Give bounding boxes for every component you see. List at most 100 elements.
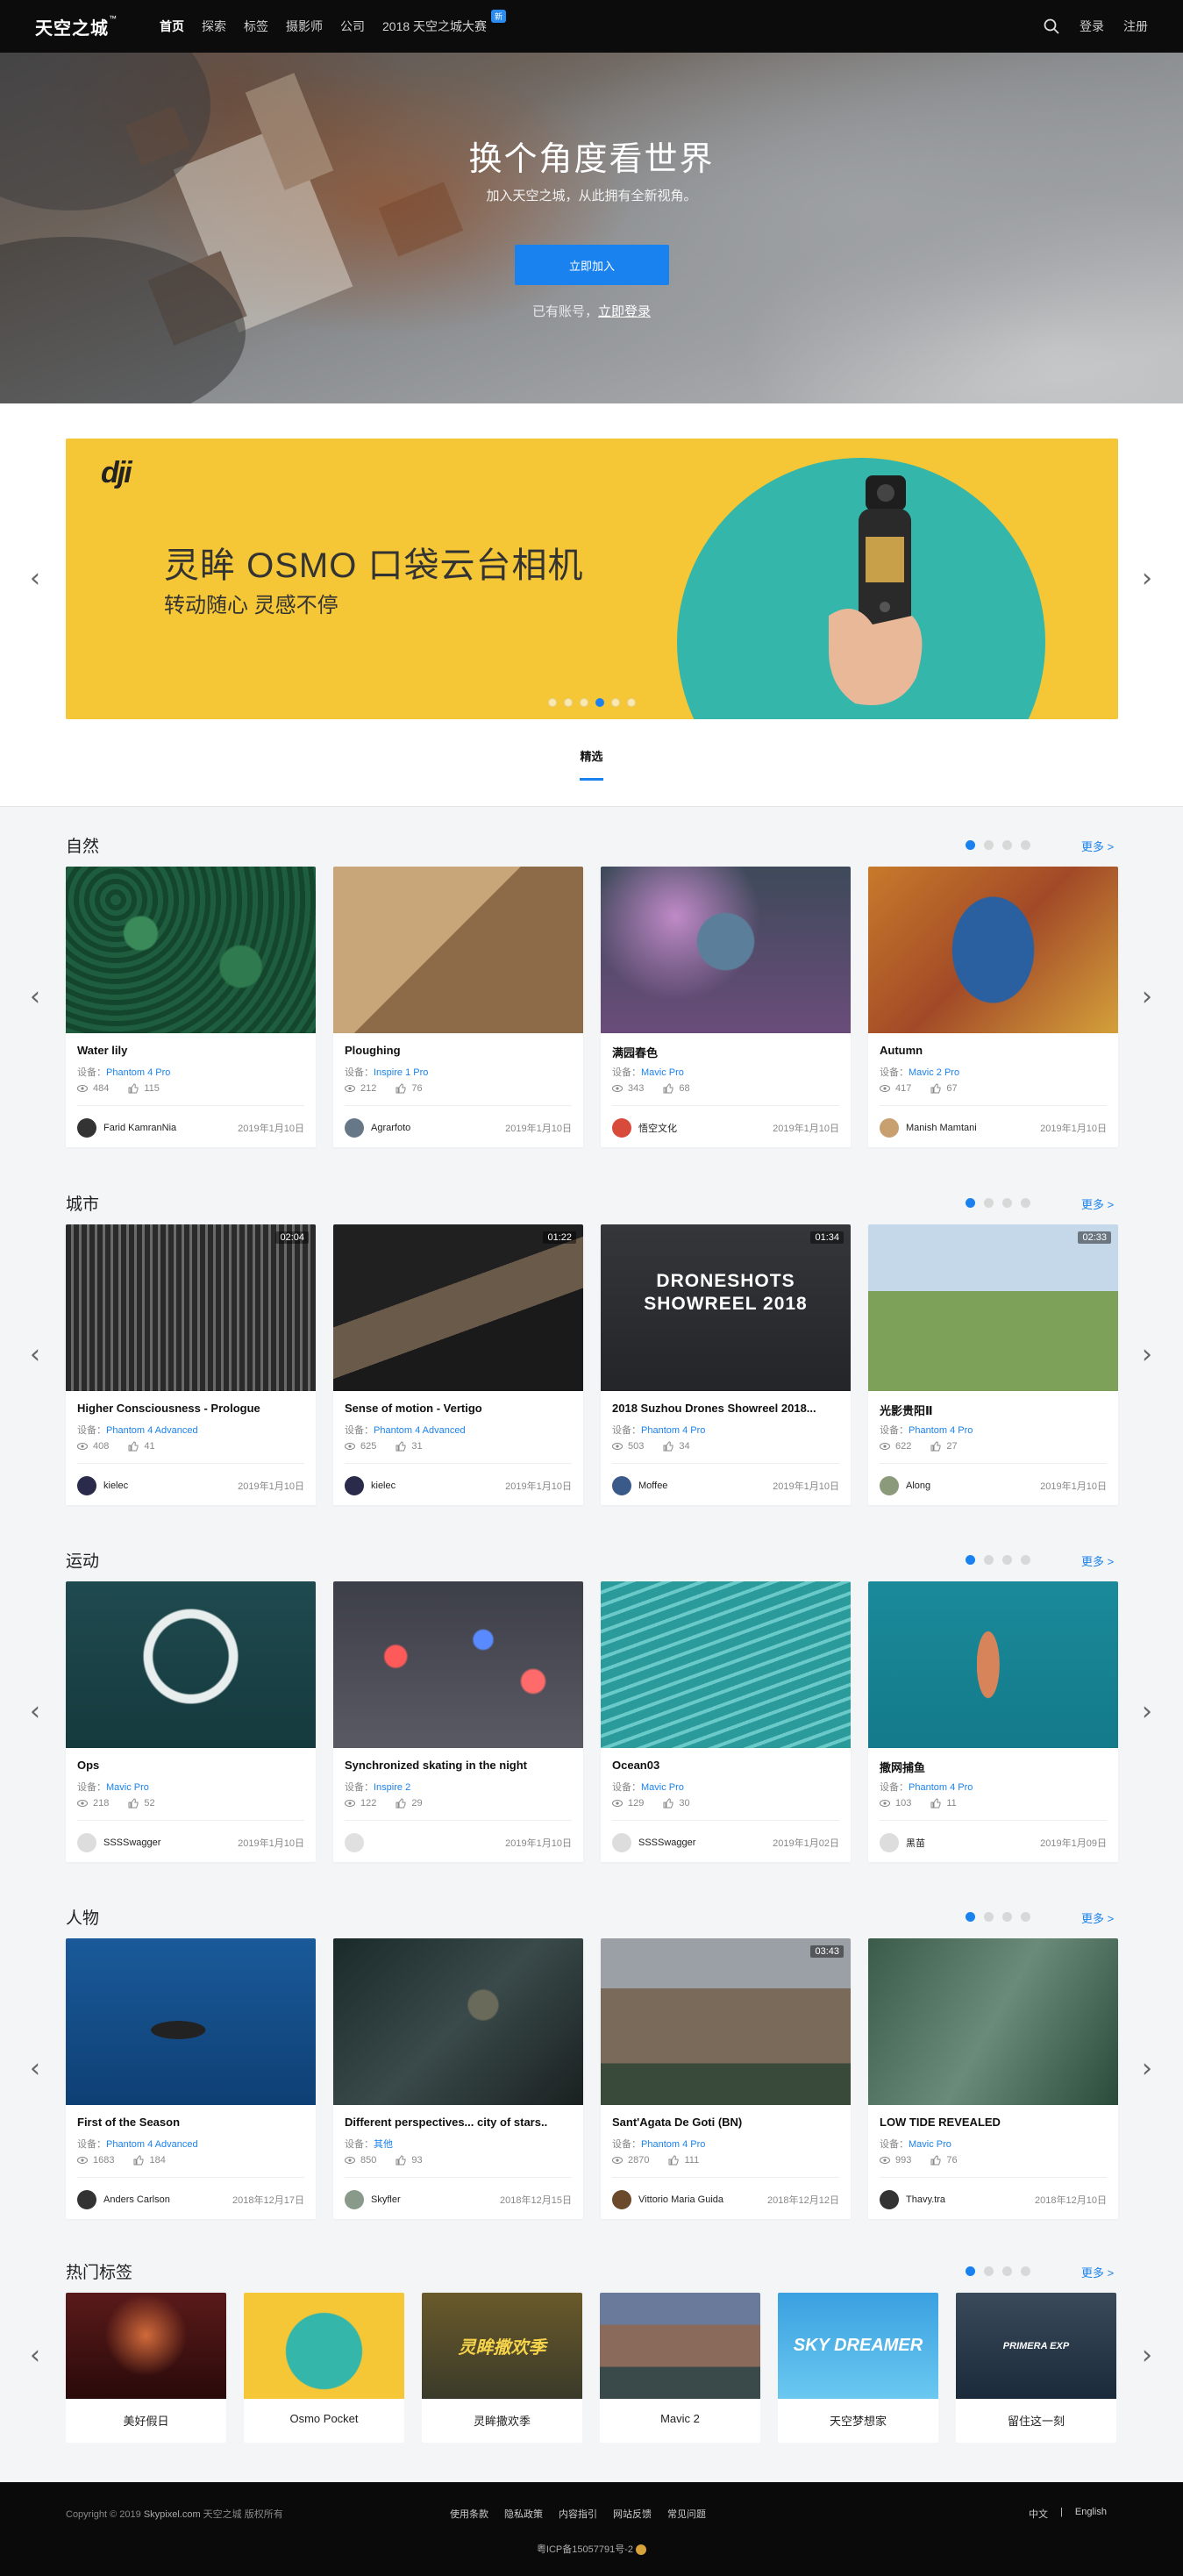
more-link[interactable]: 更多 > bbox=[1081, 1195, 1114, 1212]
login-now-link[interactable]: 立即登录 bbox=[598, 304, 651, 319]
chevron-left-icon[interactable]: ‹ bbox=[26, 1342, 44, 1368]
device-link[interactable]: Phantom 4 Advanced bbox=[106, 2139, 198, 2150]
chevron-right-icon[interactable]: › bbox=[1138, 2056, 1156, 2082]
media-card[interactable]: Water lily 设备：Phantom 4 Pro 484 115 Farid… bbox=[66, 867, 316, 1147]
device-link[interactable]: Phantom 4 Pro bbox=[641, 1425, 705, 1436]
card-thumbnail[interactable] bbox=[66, 1581, 316, 1748]
media-card[interactable]: First of the Season 设备：Phantom 4 Advance… bbox=[66, 1938, 316, 2219]
banner-dot[interactable] bbox=[627, 698, 636, 707]
nav-item-home[interactable]: 首页 bbox=[160, 18, 184, 35]
avatar[interactable] bbox=[77, 1833, 96, 1852]
card-thumbnail[interactable]: 01:22 bbox=[333, 1224, 583, 1391]
card-thumbnail[interactable] bbox=[868, 1581, 1118, 1748]
device-link[interactable]: Phantom 4 Pro bbox=[641, 2139, 705, 2150]
author-name[interactable]: 黑苗 bbox=[906, 1836, 925, 1850]
media-card[interactable]: 03:43 Sant'Agata De Goti (BN) 设备：Phantom… bbox=[601, 1938, 851, 2219]
card-title[interactable]: 撒网捕鱼 bbox=[880, 1759, 1108, 1775]
chevron-right-icon[interactable]: › bbox=[1138, 1342, 1156, 1368]
page-dot[interactable] bbox=[1002, 1198, 1012, 1208]
footer-link-terms[interactable]: 使用条款 bbox=[450, 2507, 488, 2521]
chevron-left-icon[interactable]: ‹ bbox=[26, 1699, 44, 1725]
author-name[interactable]: Agrarfoto bbox=[371, 1123, 410, 1133]
banner-dot[interactable] bbox=[548, 698, 557, 707]
tag-card[interactable]: Mavic 2 bbox=[600, 2293, 760, 2443]
card-title[interactable]: Higher Consciousness - Prologue bbox=[77, 1402, 305, 1415]
site-logo[interactable]: 天空之城™ bbox=[35, 14, 118, 39]
join-button[interactable]: 立即加入 bbox=[515, 245, 669, 285]
card-title[interactable]: Water lily bbox=[77, 1044, 305, 1057]
media-card[interactable]: 02:33 光影贵阳Ⅱ 设备：Phantom 4 Pro 622 27 Along… bbox=[868, 1224, 1118, 1505]
card-thumbnail[interactable]: 01:34 DRONESHOTS SHOWREEL 2018 bbox=[601, 1224, 851, 1391]
more-link[interactable]: 更多 > bbox=[1081, 1552, 1114, 1569]
tag-image[interactable]: SKY DREAMER bbox=[778, 2293, 938, 2399]
promo-banner[interactable]: dji 灵眸 OSMO 口袋云台相机 转动随心 灵感不停 bbox=[66, 439, 1118, 719]
author-name[interactable]: kielec bbox=[103, 1481, 128, 1491]
tag-label[interactable]: Mavic 2 bbox=[600, 2399, 760, 2425]
media-card[interactable]: Different perspectives... city of stars.… bbox=[333, 1938, 583, 2219]
chevron-left-icon[interactable]: ‹ bbox=[26, 2343, 44, 2369]
card-title[interactable]: Sense of motion - Vertigo bbox=[345, 1402, 573, 1415]
avatar[interactable] bbox=[345, 2190, 364, 2209]
tag-image[interactable] bbox=[66, 2293, 226, 2399]
card-title[interactable]: 光影贵阳Ⅱ bbox=[880, 1402, 1108, 1418]
tag-card[interactable]: 美好假日 bbox=[66, 2293, 226, 2443]
nav-item-explore[interactable]: 探索 bbox=[202, 18, 226, 35]
tag-label[interactable]: 天空梦想家 bbox=[778, 2399, 938, 2429]
page-dot[interactable] bbox=[984, 2266, 994, 2276]
tag-label[interactable]: Osmo Pocket bbox=[244, 2399, 404, 2425]
avatar[interactable] bbox=[345, 1118, 364, 1138]
chevron-left-icon[interactable]: ‹ bbox=[26, 984, 44, 1010]
footer-link-guidelines[interactable]: 内容指引 bbox=[559, 2507, 597, 2521]
device-link[interactable]: Mavic Pro bbox=[909, 2139, 951, 2150]
author-name[interactable]: Anders Carlson bbox=[103, 2194, 170, 2205]
avatar[interactable] bbox=[880, 1476, 899, 1495]
author-name[interactable]: SSSSwagger bbox=[103, 1837, 160, 1848]
card-thumbnail[interactable] bbox=[333, 1938, 583, 2105]
card-thumbnail[interactable] bbox=[601, 867, 851, 1033]
avatar[interactable] bbox=[612, 1833, 631, 1852]
media-card[interactable]: 撒网捕鱼 设备：Phantom 4 Pro 103 11 黑苗 2019年1月09… bbox=[868, 1581, 1118, 1862]
tag-label[interactable]: 留住这一刻 bbox=[956, 2399, 1116, 2429]
media-card[interactable]: Synchronized skating in the night 设备：Ins… bbox=[333, 1581, 583, 1862]
page-dot[interactable] bbox=[1002, 1912, 1012, 1922]
search-icon[interactable] bbox=[1043, 18, 1060, 35]
tag-card[interactable]: Osmo Pocket bbox=[244, 2293, 404, 2443]
tag-card[interactable]: PRIMERA EXP 留住这一刻 bbox=[956, 2293, 1116, 2443]
media-card[interactable]: 满园春色 设备：Mavic Pro 343 68 悟空文化 2019年1月10日 bbox=[601, 867, 851, 1147]
card-title[interactable]: Synchronized skating in the night bbox=[345, 1759, 573, 1772]
avatar[interactable] bbox=[612, 2190, 631, 2209]
page-dot[interactable] bbox=[1021, 2266, 1030, 2276]
author-name[interactable]: Skyfler bbox=[371, 2194, 401, 2205]
tag-image[interactable] bbox=[600, 2293, 760, 2399]
login-link[interactable]: 登录 bbox=[1080, 18, 1104, 35]
page-dot[interactable] bbox=[1021, 1912, 1030, 1922]
author-name[interactable]: 悟空文化 bbox=[638, 1121, 677, 1135]
media-card[interactable]: Ocean03 设备：Mavic Pro 129 30 SSSSwagger 20… bbox=[601, 1581, 851, 1862]
media-card[interactable]: 01:22 Sense of motion - Vertigo 设备：Phant… bbox=[333, 1224, 583, 1505]
tab-featured[interactable]: 精选 bbox=[580, 747, 603, 781]
nav-item-photographers[interactable]: 摄影师 bbox=[286, 18, 323, 35]
device-link[interactable]: Inspire 2 bbox=[374, 1782, 410, 1793]
nav-item-company[interactable]: 公司 bbox=[340, 18, 365, 35]
page-dot[interactable] bbox=[1002, 1555, 1012, 1565]
device-link[interactable]: Phantom 4 Pro bbox=[106, 1067, 170, 1078]
avatar[interactable] bbox=[880, 2190, 899, 2209]
footer-link-feedback[interactable]: 网站反馈 bbox=[613, 2507, 652, 2521]
nav-item-contest[interactable]: 2018 天空之城大赛新 bbox=[382, 10, 507, 35]
chevron-right-icon[interactable]: › bbox=[1138, 984, 1156, 1010]
chevron-left-icon[interactable]: ‹ bbox=[26, 566, 44, 592]
tag-image[interactable]: 灵眸撒欢季 bbox=[422, 2293, 582, 2399]
card-thumbnail[interactable]: 02:33 bbox=[868, 1224, 1118, 1391]
page-dot-active[interactable] bbox=[966, 840, 975, 850]
device-link[interactable]: Mavic 2 Pro bbox=[909, 1067, 959, 1078]
tag-image[interactable] bbox=[244, 2293, 404, 2399]
card-title[interactable]: Ocean03 bbox=[612, 1759, 840, 1772]
page-dot[interactable] bbox=[1021, 1555, 1030, 1565]
page-dot[interactable] bbox=[984, 1198, 994, 1208]
media-card[interactable]: Ploughing 设备：Inspire 1 Pro 212 76 Agrarfo… bbox=[333, 867, 583, 1147]
tag-label[interactable]: 灵眸撒欢季 bbox=[422, 2399, 582, 2429]
page-dot[interactable] bbox=[984, 840, 994, 850]
card-thumbnail[interactable]: 03:43 bbox=[601, 1938, 851, 2105]
device-link[interactable]: Inspire 1 Pro bbox=[374, 1067, 428, 1078]
card-title[interactable]: Autumn bbox=[880, 1044, 1108, 1057]
